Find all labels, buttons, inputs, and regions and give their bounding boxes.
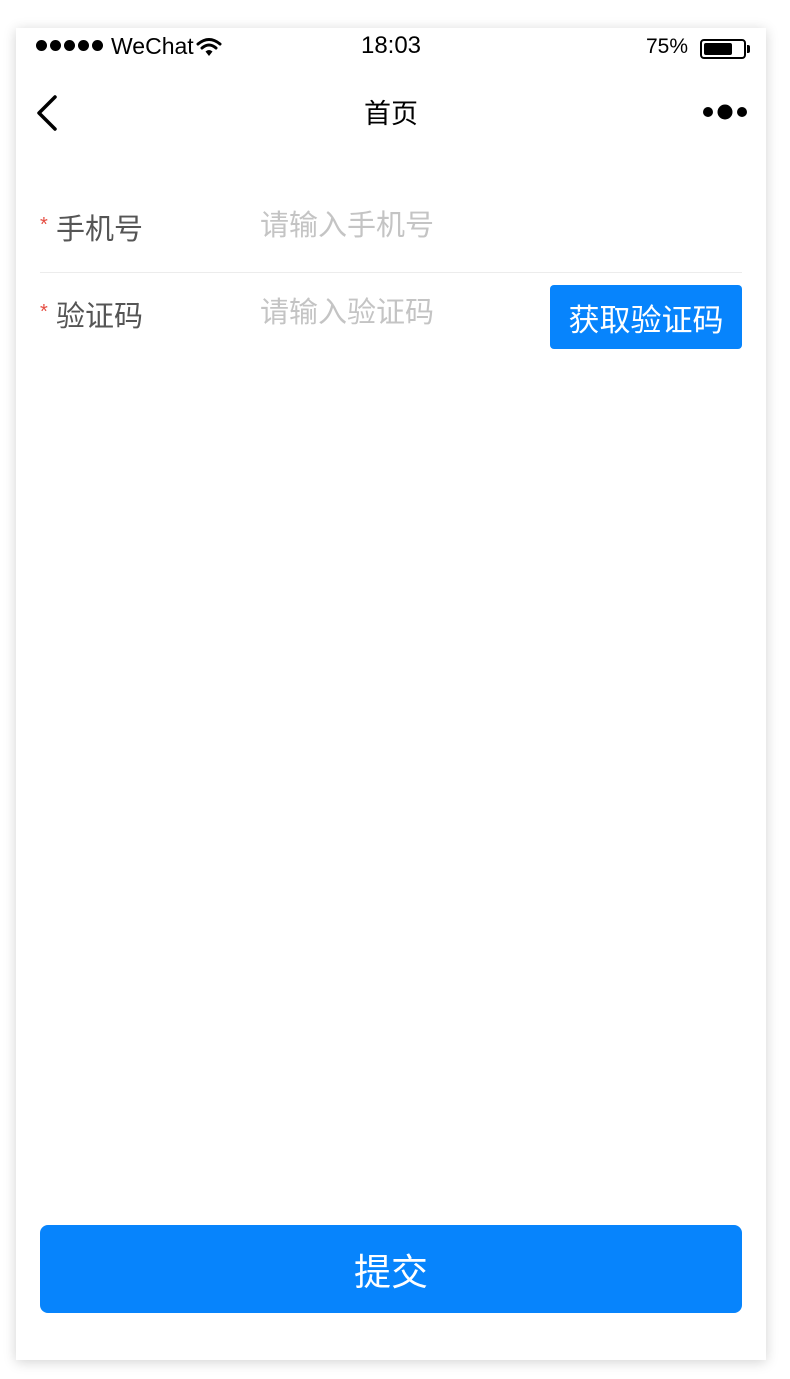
status-bar: WeChat 18:03 75% xyxy=(16,28,766,68)
phone-screen: WeChat 18:03 75% 首页 * 手机号 * 验证码 获取验证 xyxy=(16,28,766,1360)
phone-row: * 手机号 xyxy=(40,184,742,273)
phone-label: 手机号 xyxy=(56,214,144,246)
get-code-button[interactable]: 获取验证码 xyxy=(550,285,742,349)
page-title: 首页 xyxy=(364,99,418,129)
nav-bar: 首页 xyxy=(16,68,766,156)
code-row: * 验证码 获取验证码 xyxy=(40,271,742,359)
phone-input[interactable] xyxy=(260,202,540,250)
battery-percent: 75% xyxy=(646,35,689,58)
code-label: 验证码 xyxy=(56,301,144,333)
battery-level xyxy=(704,43,732,55)
code-input[interactable] xyxy=(260,289,540,337)
submit-button[interactable]: 提交 xyxy=(40,1225,742,1313)
required-star: * xyxy=(40,301,48,323)
more-dots-icon[interactable] xyxy=(702,102,748,122)
battery-tip xyxy=(747,45,750,53)
required-star: * xyxy=(40,214,48,236)
battery-icon xyxy=(700,39,746,59)
